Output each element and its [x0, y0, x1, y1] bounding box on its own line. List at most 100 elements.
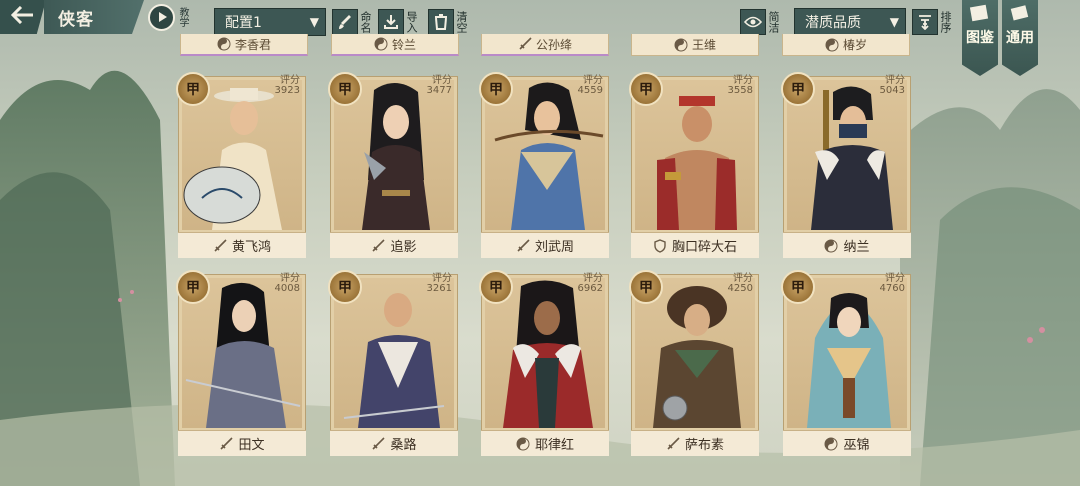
- name-bar: 刘武周: [481, 232, 609, 258]
- common-label: 通用: [1006, 30, 1034, 46]
- grade-badge: 甲: [629, 72, 663, 106]
- codex-label: 图鉴: [966, 30, 994, 46]
- sort-button[interactable]: 排序: [912, 8, 952, 36]
- book-icon: [969, 4, 991, 26]
- rename-label: 命名: [359, 11, 372, 33]
- score-display: 评分 3261: [427, 274, 452, 294]
- score-value: 3923: [274, 85, 300, 96]
- name-bar: 黄飞鸿: [178, 232, 306, 258]
- character-card[interactable]: 甲 评分 4250 萨布素: [629, 270, 759, 456]
- rename-button[interactable]: 命名: [332, 8, 372, 36]
- codex-tab[interactable]: 图鉴: [962, 0, 998, 76]
- sword-icon: [371, 238, 386, 253]
- grade-badge: 甲: [176, 270, 210, 304]
- character-name: 王维: [691, 38, 716, 52]
- character-name: 李香君: [234, 37, 271, 52]
- score-value: 3261: [426, 283, 452, 294]
- grade-badge: 甲: [176, 72, 210, 106]
- character-card[interactable]: 甲 评分 3261 桑路: [328, 270, 458, 456]
- tutorial-button[interactable]: 教学: [148, 2, 192, 32]
- character-name: 公孙绛: [535, 37, 572, 52]
- trash-icon: [428, 9, 454, 35]
- score-display: 评分 6962: [578, 274, 603, 294]
- page-title: 侠客: [44, 0, 144, 34]
- config-select-value: 配置1: [225, 15, 262, 31]
- grade-badge: 甲: [781, 270, 815, 304]
- sort-select[interactable]: 潜质品质 ▼: [794, 8, 906, 36]
- character-card[interactable]: 甲 评分 4559 刘武周: [479, 72, 609, 258]
- import-label: 导入: [405, 11, 418, 33]
- sword-icon: [213, 238, 227, 253]
- grade-badge: 甲: [629, 270, 663, 304]
- name-bar: 胸口碎大石: [631, 232, 759, 258]
- character-name: 萨布素: [684, 438, 724, 453]
- score-value: 6962: [577, 283, 603, 294]
- score-display: 评分 5043: [880, 76, 905, 96]
- list-item[interactable]: 椿岁: [782, 34, 910, 56]
- config-select[interactable]: 配置1 ▼: [214, 8, 326, 36]
- name-bar: 纳兰: [783, 232, 911, 258]
- grade-badge: 甲: [328, 72, 362, 106]
- sword-icon: [219, 436, 234, 451]
- name-bar: 耶律红: [481, 430, 609, 456]
- score-display: 评分 4250: [728, 274, 753, 294]
- simple-toggle[interactable]: 简洁: [740, 8, 780, 36]
- common-tab[interactable]: 通用: [1002, 0, 1038, 76]
- grade-badge: 甲: [328, 270, 362, 304]
- sword-icon: [516, 238, 530, 253]
- chevron-down-icon: ▼: [309, 15, 319, 29]
- character-card[interactable]: 甲 评分 4760 巫锦: [781, 270, 911, 456]
- yin-yang-icon: [374, 37, 388, 51]
- import-button[interactable]: 导入: [378, 8, 418, 36]
- score-value: 3558: [727, 85, 753, 96]
- character-name: 黄飞鸿: [231, 240, 271, 255]
- yin-yang-icon: [825, 38, 839, 52]
- brush-icon: [332, 9, 358, 35]
- score-value: 4250: [727, 283, 753, 294]
- name-bar: 追影: [330, 232, 458, 258]
- list-item[interactable]: 王维: [631, 34, 759, 56]
- list-item[interactable]: 李香君: [180, 34, 308, 56]
- yin-yang-icon: [674, 38, 688, 52]
- yin-yang-icon: [516, 437, 530, 451]
- sort-icon: [912, 9, 938, 35]
- character-name: 椿岁: [842, 38, 867, 52]
- character-name: 胸口碎大石: [671, 240, 737, 255]
- eye-icon: [740, 9, 766, 35]
- sword-icon: [666, 436, 680, 451]
- score-display: 评分 3558: [728, 76, 753, 96]
- back-button[interactable]: [0, 0, 46, 34]
- score-value: 4008: [274, 283, 300, 294]
- character-name: 田文: [238, 438, 265, 453]
- score-value: 3477: [426, 85, 452, 96]
- shield-icon: [653, 238, 667, 253]
- list-item[interactable]: 公孙绛: [481, 34, 609, 56]
- character-card[interactable]: 甲 评分 3923 黄飞鸿: [176, 72, 306, 258]
- clear-button[interactable]: 清空: [428, 8, 468, 36]
- character-name: 巫锦: [843, 438, 870, 453]
- back-arrow-icon: [10, 5, 35, 28]
- character-card[interactable]: 甲 评分 3477 追影: [328, 72, 458, 258]
- character-card[interactable]: 甲 评分 4008 田文: [176, 270, 306, 456]
- grade-badge: 甲: [781, 72, 815, 106]
- sword-icon: [371, 436, 386, 451]
- character-card[interactable]: 甲 评分 5043 纳兰: [781, 72, 911, 258]
- chevron-down-icon: ▼: [889, 15, 899, 29]
- character-name: 铃兰: [391, 37, 416, 52]
- list-item[interactable]: 铃兰: [331, 34, 459, 56]
- score-display: 评分 4008: [275, 274, 300, 294]
- character-card[interactable]: 甲 评分 6962 耶律红: [479, 270, 609, 456]
- score-value: 4760: [879, 283, 905, 294]
- character-name: 耶律红: [534, 438, 574, 453]
- character-name: 纳兰: [843, 240, 870, 255]
- grade-badge: 甲: [479, 270, 513, 304]
- score-display: 评分 4559: [578, 76, 603, 96]
- score-display: 评分 4760: [880, 274, 905, 294]
- character-name: 追影: [390, 240, 417, 255]
- character-name: 刘武周: [534, 240, 574, 255]
- play-icon: [148, 3, 175, 31]
- score-value: 5043: [879, 85, 905, 96]
- character-card[interactable]: 甲 评分 3558 胸口碎大石: [629, 72, 759, 258]
- sort-label: 排序: [939, 11, 952, 33]
- yin-yang-icon: [217, 37, 231, 51]
